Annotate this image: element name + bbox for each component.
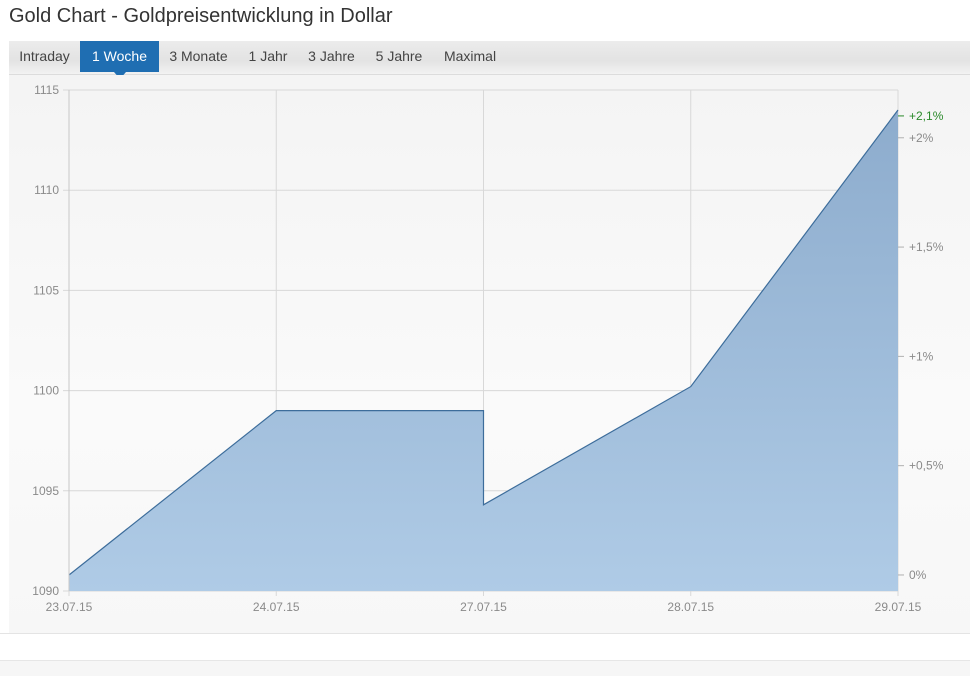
tab-3-monate[interactable]: 3 Monate: [159, 41, 238, 72]
y-tick-label: 1100: [33, 384, 59, 398]
tab-1-woche[interactable]: 1 Woche: [80, 41, 159, 79]
y2-tick-label: +0,5%: [909, 459, 944, 473]
x-tick-label: 29.07.15: [875, 600, 922, 614]
y-tick-label: 1115: [34, 83, 59, 97]
y2-tick-label: 0%: [909, 568, 927, 582]
y-tick-label: 1095: [32, 484, 59, 498]
tab-1-jahr[interactable]: 1 Jahr: [238, 41, 298, 72]
tab-5-jahre[interactable]: 5 Jahre: [365, 41, 433, 72]
y-tick-label: 1110: [34, 183, 59, 197]
x-tick-label: 27.07.15: [460, 600, 507, 614]
y-tick-label: 1090: [32, 584, 59, 598]
y2-tick-label: +2%: [909, 131, 934, 145]
footer-bar: [0, 660, 970, 676]
x-tick-label: 28.07.15: [667, 600, 714, 614]
footer-divider: [0, 633, 970, 634]
period-tab-bar: Intraday 1 Woche 3 Monate 1 Jahr 3 Jahre…: [9, 41, 970, 79]
x-tick-label: 24.07.15: [253, 600, 300, 614]
tab-maximal[interactable]: Maximal: [433, 41, 507, 72]
y2-tick-label: +1,5%: [909, 240, 944, 254]
tab-3-jahre[interactable]: 3 Jahre: [298, 41, 365, 72]
y2-tick-label: +1%: [909, 349, 934, 363]
gold-price-chart: 1115 1110 1105 1100 1095 1090 23.07.15 24.07.15…: [32, 83, 944, 614]
y-tick-label: 1105: [33, 283, 59, 297]
y2-last-value-label: +2,1%: [909, 109, 944, 123]
x-tick-label: 23.07.15: [46, 600, 93, 614]
page-title: Gold Chart - Goldpreisentwicklung in Dol…: [9, 5, 393, 27]
tab-intraday[interactable]: Intraday: [9, 41, 80, 72]
chart-area: 1115 1110 1105 1100 1095 1090 23.07.15 24.07.15…: [9, 75, 970, 633]
